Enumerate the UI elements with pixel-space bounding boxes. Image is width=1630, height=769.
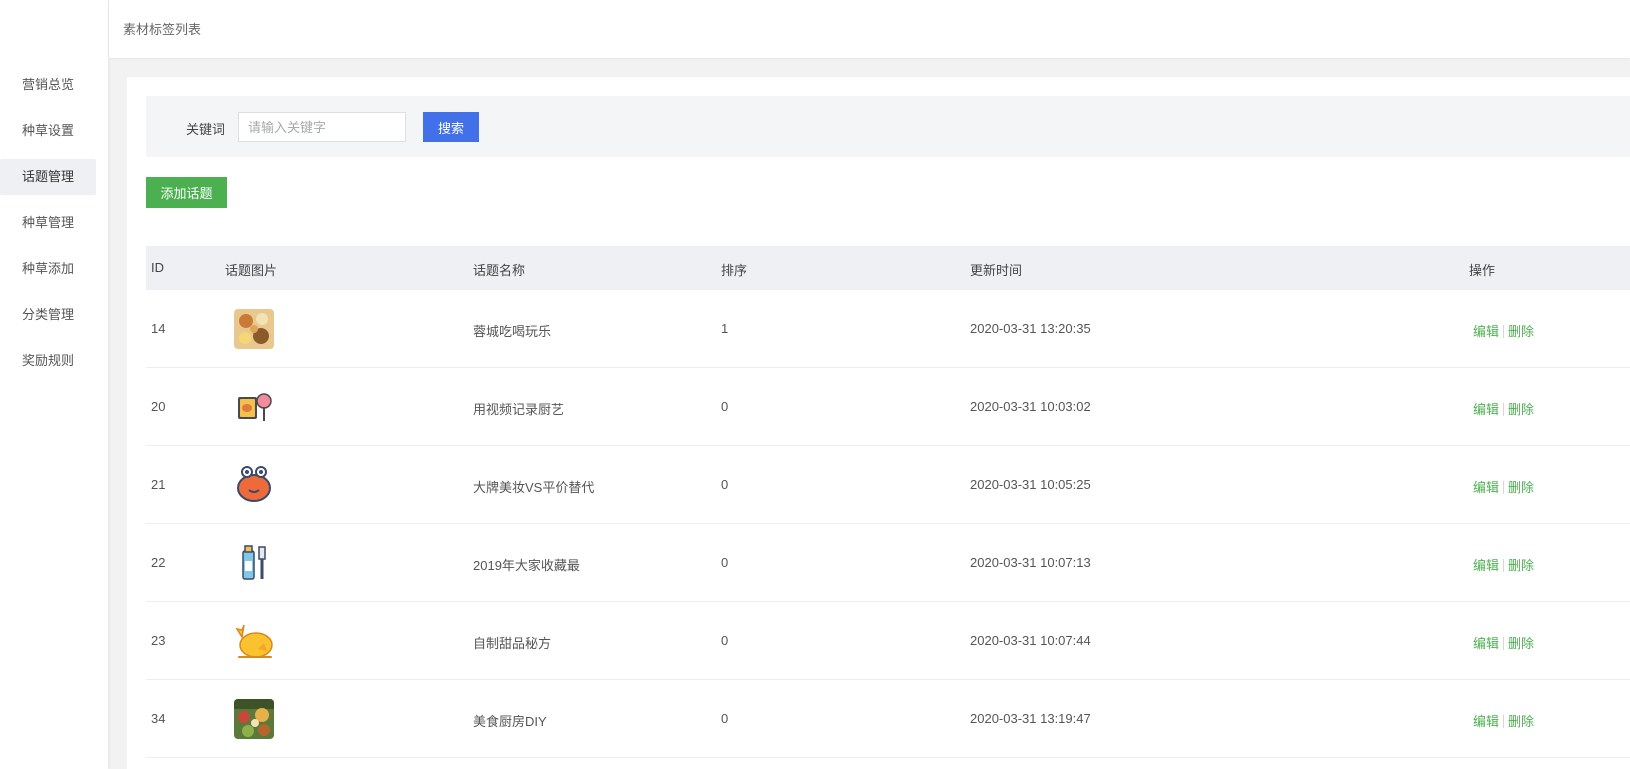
table-row: 34 美食厨房DIY 0 2020-03-31 13:19:47 编辑 删除 bbox=[146, 680, 1630, 758]
roast-chicken-icon bbox=[234, 621, 274, 661]
header-sort: 排序 bbox=[721, 263, 748, 278]
sidebar-item-reward-rules[interactable]: 奖励规则 bbox=[0, 343, 96, 379]
edit-link[interactable]: 编辑 bbox=[1473, 636, 1499, 651]
header-image: 话题图片 bbox=[225, 263, 278, 278]
row-time: 2020-03-31 10:07:44 bbox=[970, 633, 1091, 648]
row-id: 14 bbox=[151, 321, 166, 336]
row-sort: 0 bbox=[721, 711, 729, 726]
row-actions: 编辑 删除 bbox=[1473, 555, 1534, 574]
delete-link[interactable]: 删除 bbox=[1508, 714, 1534, 729]
action-divider bbox=[1503, 559, 1505, 572]
table-row: 22 2019年大家收藏最 0 2020-03-31 10:07:13 编辑 删除 bbox=[146, 524, 1630, 602]
action-divider bbox=[1503, 637, 1505, 650]
action-divider bbox=[1503, 481, 1505, 494]
add-topic-button[interactable]: 添加话题 bbox=[146, 177, 227, 208]
row-id: 20 bbox=[151, 399, 166, 414]
row-sort: 0 bbox=[721, 633, 729, 648]
crab-icon bbox=[234, 465, 274, 505]
row-name: 2019年大家收藏最 bbox=[473, 558, 580, 573]
keyword-input[interactable] bbox=[238, 112, 406, 142]
sidebar-item-topic-management[interactable]: 话题管理 bbox=[0, 159, 96, 195]
sidebar-item-category-management[interactable]: 分类管理 bbox=[0, 297, 96, 333]
row-sort: 0 bbox=[721, 477, 729, 492]
search-bar: 关键词 搜索 bbox=[146, 96, 1630, 157]
row-sort: 0 bbox=[721, 555, 729, 570]
table-row: 20 用视频记录厨艺 0 2020-03-31 10:03:02 编辑 删除 bbox=[146, 368, 1630, 446]
delete-link[interactable]: 删除 bbox=[1508, 480, 1534, 495]
food-platter-icon bbox=[234, 309, 274, 349]
search-button[interactable]: 搜索 bbox=[423, 112, 479, 142]
table-row: 23 自制甜品秘方 0 2020-03-31 10:07:44 编辑 删除 bbox=[146, 602, 1630, 680]
action-divider bbox=[1503, 403, 1505, 416]
sidebar-item-seeding-add[interactable]: 种草添加 bbox=[0, 251, 96, 287]
row-time: 2020-03-31 10:03:02 bbox=[970, 399, 1091, 414]
row-actions: 编辑 删除 bbox=[1473, 633, 1534, 652]
row-sort: 0 bbox=[721, 399, 729, 414]
row-name: 用视频记录厨艺 bbox=[473, 402, 565, 417]
sidebar-item-seeding-settings[interactable]: 种草设置 bbox=[0, 113, 96, 149]
content-panel: 关键词 搜索 添加话题 ID 话题图片 话题名称 排序 更新时间 操作 14 bbox=[127, 77, 1630, 769]
table-header: ID 话题图片 话题名称 排序 更新时间 操作 bbox=[146, 246, 1630, 290]
keyword-label: 关键词 bbox=[186, 122, 226, 137]
topic-table: ID 话题图片 话题名称 排序 更新时间 操作 14 蓉城吃喝玩乐 1 2020… bbox=[146, 246, 1630, 758]
sidebar-item-overview[interactable]: 营销总览 bbox=[0, 67, 96, 103]
edit-link[interactable]: 编辑 bbox=[1473, 558, 1499, 573]
sidebar: 营销总览 种草设置 话题管理 种草管理 种草添加 分类管理 奖励规则 bbox=[0, 0, 108, 769]
row-id: 23 bbox=[151, 633, 166, 648]
delete-link[interactable]: 删除 bbox=[1508, 324, 1534, 339]
row-sort: 1 bbox=[721, 321, 729, 336]
row-name: 自制甜品秘方 bbox=[473, 636, 552, 651]
action-divider bbox=[1503, 325, 1505, 338]
edit-link[interactable]: 编辑 bbox=[1473, 480, 1499, 495]
row-time: 2020-03-31 10:05:25 bbox=[970, 477, 1091, 492]
delete-link[interactable]: 删除 bbox=[1508, 558, 1534, 573]
row-name: 美食厨房DIY bbox=[473, 714, 547, 729]
edit-link[interactable]: 编辑 bbox=[1473, 402, 1499, 417]
row-time: 2020-03-31 13:20:35 bbox=[970, 321, 1091, 336]
row-name: 大牌美妆VS平价替代 bbox=[473, 480, 595, 495]
row-id: 34 bbox=[151, 711, 166, 726]
delete-link[interactable]: 删除 bbox=[1508, 402, 1534, 417]
header-time: 更新时间 bbox=[970, 263, 1023, 278]
row-id: 22 bbox=[151, 555, 166, 570]
action-divider bbox=[1503, 715, 1505, 728]
row-actions: 编辑 删除 bbox=[1473, 711, 1534, 730]
row-actions: 编辑 删除 bbox=[1473, 477, 1534, 496]
row-time: 2020-03-31 10:07:13 bbox=[970, 555, 1091, 570]
edit-link[interactable]: 编辑 bbox=[1473, 714, 1499, 729]
sidebar-item-seeding-management[interactable]: 种草管理 bbox=[0, 205, 96, 241]
row-actions: 编辑 删除 bbox=[1473, 321, 1534, 340]
page-title: 素材标签列表 bbox=[123, 22, 202, 37]
sidebar-menu: 营销总览 种草设置 话题管理 种草管理 种草添加 分类管理 奖励规则 bbox=[0, 67, 108, 379]
header-id: ID bbox=[151, 260, 164, 275]
row-time: 2020-03-31 13:19:47 bbox=[970, 711, 1091, 726]
row-actions: 编辑 删除 bbox=[1473, 399, 1534, 418]
header-name: 话题名称 bbox=[473, 263, 526, 278]
table-row: 21 大牌美妆VS平价替代 0 2020-03-31 10:05:25 编辑 删除 bbox=[146, 446, 1630, 524]
toothpaste-brush-icon bbox=[234, 543, 274, 583]
table-row: 14 蓉城吃喝玩乐 1 2020-03-31 13:20:35 编辑 删除 bbox=[146, 290, 1630, 368]
top-header: 素材标签列表 bbox=[109, 0, 1630, 58]
delete-link[interactable]: 删除 bbox=[1508, 636, 1534, 651]
row-id: 21 bbox=[151, 477, 166, 492]
row-name: 蓉城吃喝玩乐 bbox=[473, 324, 552, 339]
kitchen-food-icon bbox=[234, 699, 274, 739]
edit-link[interactable]: 编辑 bbox=[1473, 324, 1499, 339]
header-ops: 操作 bbox=[1469, 263, 1496, 278]
candy-box-icon bbox=[234, 387, 274, 427]
